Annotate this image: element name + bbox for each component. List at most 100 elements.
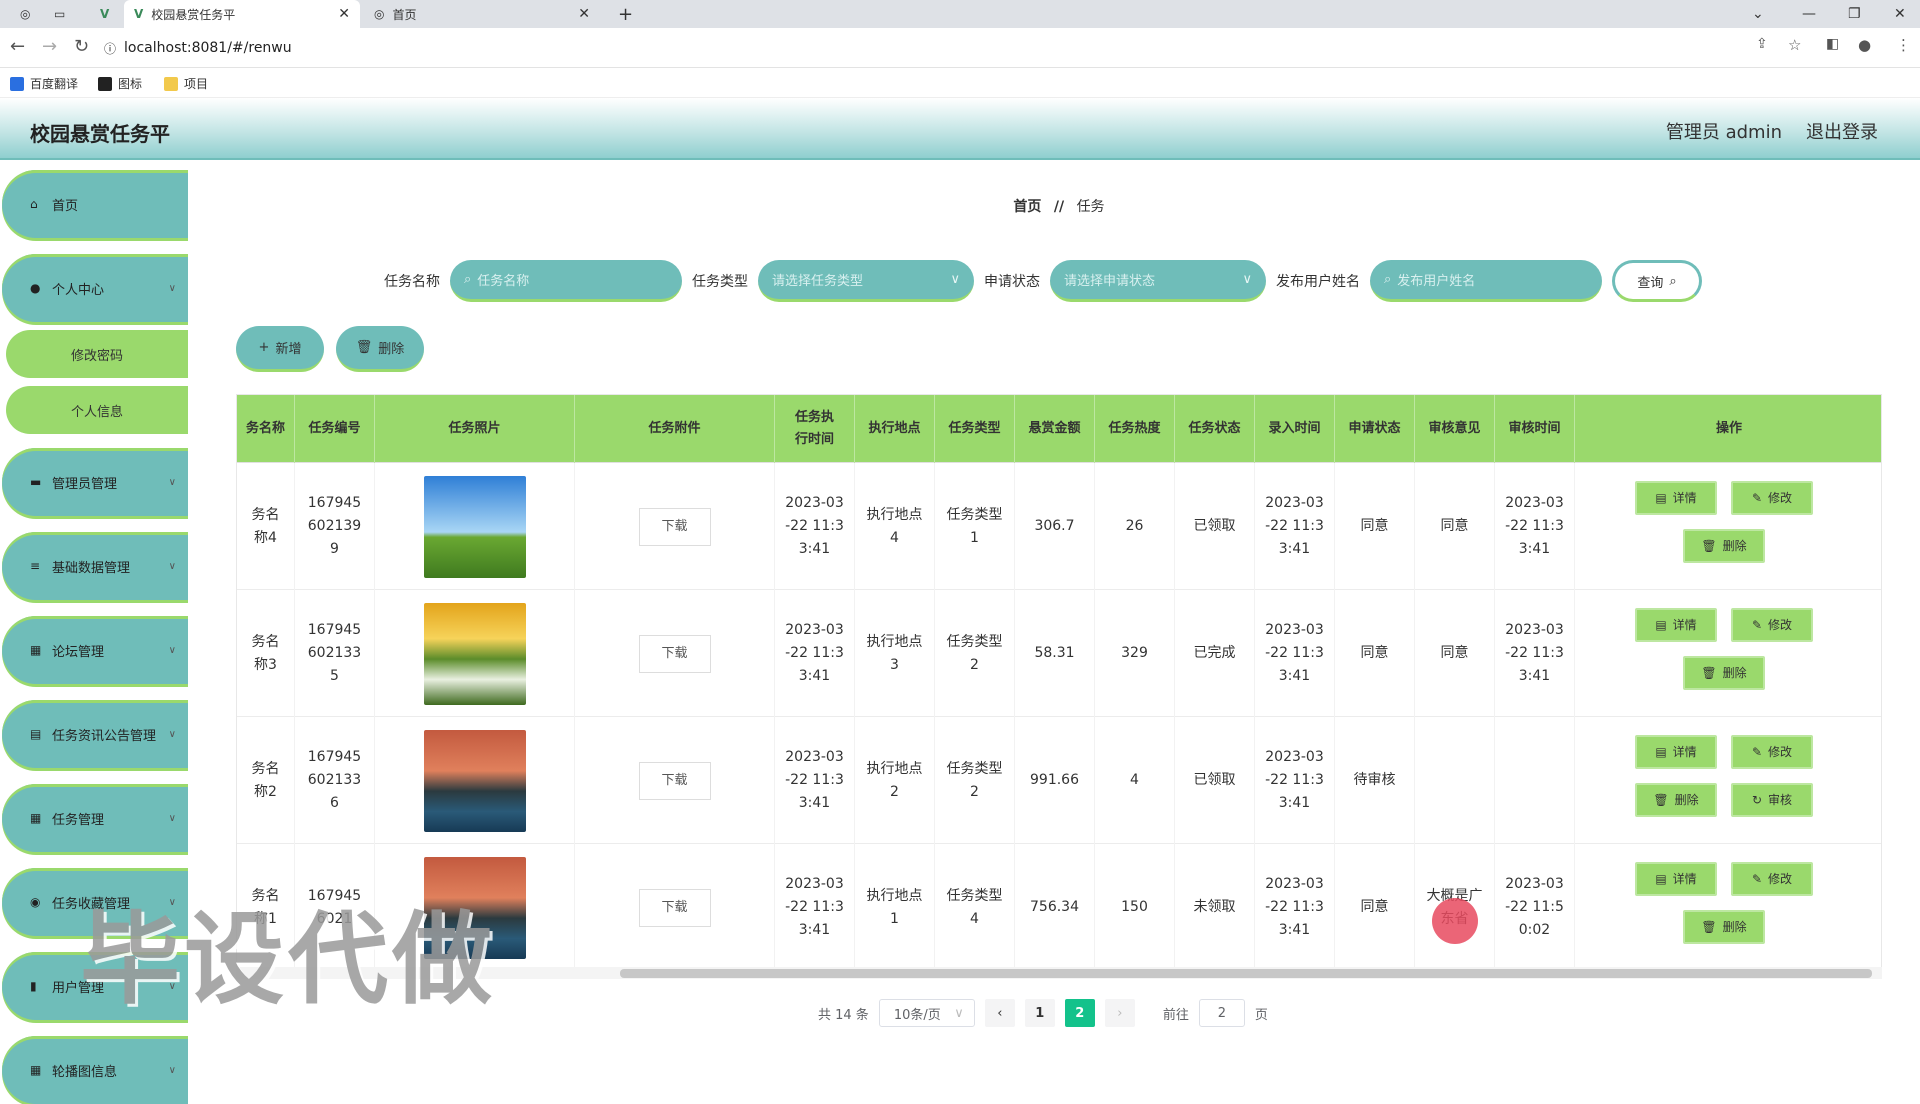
trash-icon: 🗑 [355,340,373,355]
bookmark-item[interactable]: 图标 [98,75,142,92]
menu-icon[interactable]: ⋮ [1896,36,1911,54]
cell-code: 1679456021399 [295,463,375,590]
task-type-select[interactable]: 请选择任务类型 ∨ [758,260,974,302]
info-icon: ⓘ [104,41,117,56]
new-tab-button[interactable]: + [608,0,643,28]
share-icon[interactable]: ⇪ [1756,36,1768,52]
search-icon: ⌕ [1384,272,1392,287]
window-close-button[interactable]: ✕ [1894,0,1906,28]
review-button[interactable]: ↻ 审核 [1731,783,1813,817]
cell-status: 已领取 [1175,463,1255,590]
download-button[interactable]: 下载 [638,888,711,927]
watermark: 毕设代做 [80,901,496,1018]
task-name-input[interactable]: ⌕ 任务名称 [450,260,682,302]
detail-button[interactable]: ▤ 详情 [1635,608,1717,642]
tab-icon-1[interactable]: ◎ [10,0,34,28]
col-status: 任务状态 [1175,395,1255,463]
reload-icon[interactable]: ↻ [74,36,89,57]
close-icon[interactable]: ✕ [338,6,350,22]
next-page-button[interactable]: › [1104,999,1135,1027]
cell-time: 2023-03-22 11:33:41 [775,590,855,717]
tab-search-icon[interactable]: ⌄ [1752,0,1764,28]
attachment-cell: 下载 [575,717,775,844]
task-photo-cell [375,717,575,844]
scrollbar-thumb[interactable] [620,969,1872,978]
cell-place: 执行地点1 [855,844,935,971]
sidebar-item-carousel[interactable]: ▦ 轮播图信息 ∨ [2,1036,188,1104]
tab-home[interactable]: ◎ 首页 ✕ [364,0,600,28]
back-icon[interactable]: ← [10,36,25,57]
sidebar-item-password[interactable]: 修改密码 [6,330,188,378]
vue-tab-icon[interactable]: V [90,0,120,28]
delete-button[interactable]: 🗑 删除 [1683,910,1765,944]
sidebar-item-profile[interactable]: 个人信息 [6,386,188,434]
delete-button[interactable]: 🗑 删除 [1683,656,1765,690]
bookmark-item[interactable]: 项目 [164,75,208,92]
edit-button[interactable]: ✎ 修改 [1731,481,1813,515]
cell-amount: 991.66 [1015,717,1095,844]
profile-icon[interactable]: ● [1858,36,1871,54]
page-size-select[interactable]: 10条/页 ∨ [878,999,975,1027]
grid-icon: ▦ [30,811,42,825]
breadcrumb-current: 任务 [1076,199,1105,215]
cell-created: 2023-03-22 11:33:41 [1255,463,1335,590]
prev-page-button[interactable]: ‹ [984,999,1015,1027]
chevron-down-icon: ∨ [950,272,960,287]
sidebar-item-task[interactable]: ▦ 任务管理 ∨ [2,784,188,852]
batch-delete-button[interactable]: 🗑 删除 [336,326,424,372]
edit-button[interactable]: ✎ 修改 [1731,862,1813,896]
add-button[interactable]: + 新增 [236,326,324,372]
sidebar-item-forum[interactable]: ▦ 论坛管理 ∨ [2,616,188,684]
sidebar-item-home[interactable]: ⌂ 首页 [2,170,188,238]
page-1[interactable]: 1 [1024,999,1055,1027]
tab-label: 首页 [392,7,417,22]
sidepanel-icon[interactable]: ◧ [1826,36,1839,52]
url-bar[interactable]: ⓘ localhost:8081/#/renwu [104,33,1704,63]
goto-page-input[interactable]: 2 [1198,999,1245,1027]
query-button[interactable]: 查询 ⌕ [1612,260,1702,302]
edit-icon: ✎ [1751,490,1763,505]
tab-icon-2[interactable]: ▭ [44,0,74,28]
bookmark-item[interactable]: 百度翻译 [10,75,78,92]
page-2[interactable]: 2 [1064,999,1095,1027]
logout-button[interactable]: 退出登录 [1806,118,1878,144]
minimize-button[interactable]: — [1802,0,1816,28]
tab-active[interactable]: V 校园悬赏任务平 ✕ [124,0,360,28]
monitor-icon: ▬ [30,475,42,489]
sidebar-item-notice[interactable]: ▤ 任务资讯公告管理 ∨ [2,700,188,768]
close-icon[interactable]: ✕ [578,6,590,22]
download-button[interactable]: 下载 [638,634,711,673]
breadcrumb-home[interactable]: 首页 [1013,199,1041,215]
detail-button[interactable]: ▤ 详情 [1635,735,1717,769]
publisher-name-input[interactable]: ⌕ 发布用户姓名 [1370,260,1602,302]
detail-button[interactable]: ▤ 详情 [1635,481,1717,515]
apply-status-select[interactable]: 请选择申请状态 ∨ [1050,260,1266,302]
col-review-time: 审核时间 [1495,395,1575,463]
download-button[interactable]: 下载 [638,507,711,546]
grid-icon: ▦ [30,1063,42,1077]
edit-button[interactable]: ✎ 修改 [1731,608,1813,642]
sidebar-item-admin[interactable]: ▬ 管理员管理 ∨ [2,448,188,516]
cell-amount: 306.7 [1015,463,1095,590]
sidebar-item-basedata[interactable]: ≡ 基础数据管理 ∨ [2,532,188,600]
forward-icon[interactable]: → [42,36,57,57]
col-apply-status: 申请状态 [1335,395,1415,463]
delete-button[interactable]: 🗑 删除 [1635,783,1717,817]
task-type-label: 任务类型 [692,274,748,290]
cell-place: 执行地点4 [855,463,935,590]
cell-code: 1679456021336 [295,717,375,844]
restore-button[interactable]: ❐ [1848,0,1861,28]
url-text: localhost:8081/#/renwu [124,40,292,56]
download-button[interactable]: 下载 [638,761,711,800]
edit-button[interactable]: ✎ 修改 [1731,735,1813,769]
delete-button[interactable]: 🗑 删除 [1683,529,1765,563]
vue-logo-icon: V [134,7,144,21]
actions-cell: ▤ 详情 ✎ 修改 🗑 删除 [1575,590,1881,717]
task-name-label: 任务名称 [384,274,440,290]
star-icon[interactable]: ☆ [1788,36,1801,54]
detail-icon: ▤ [1655,871,1667,886]
edit-icon: ✎ [1751,617,1763,632]
cell-opinion [1415,717,1495,844]
sidebar-item-personal[interactable]: ● 个人中心 ∨ [2,254,188,322]
detail-button[interactable]: ▤ 详情 [1635,862,1717,896]
